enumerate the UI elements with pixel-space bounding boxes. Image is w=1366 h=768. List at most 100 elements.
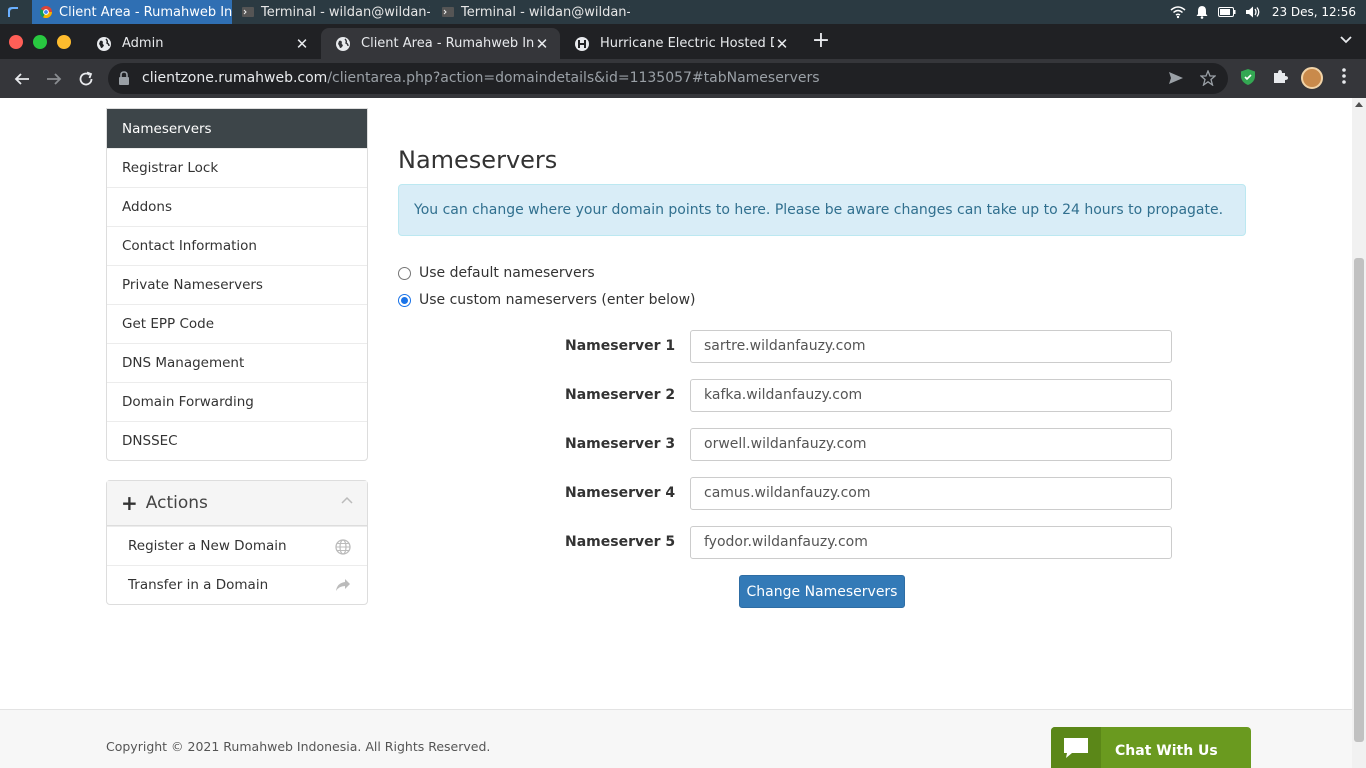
sidebar-item-private-nameservers[interactable]: Private Nameservers	[107, 265, 367, 304]
globe-icon	[97, 36, 111, 51]
nameserver-1-input[interactable]: sartre.wildanfauzy.com	[690, 330, 1172, 363]
reload-icon	[79, 71, 93, 86]
info-alert-text: You can change where your domain points …	[414, 202, 1224, 218]
close-window-button[interactable]	[9, 35, 23, 49]
sidebar-item-label: Contact Information	[122, 238, 257, 254]
forward-button[interactable]	[42, 67, 66, 91]
shield-extension-icon[interactable]	[1240, 68, 1256, 86]
profile-avatar[interactable]	[1301, 67, 1323, 89]
nameserver-row-5: Nameserver 5 fyodor.wildanfauzy.com	[565, 526, 1172, 560]
url-path: /clientarea.php?action=domaindetails&id=…	[327, 70, 820, 86]
tab-search-chevron-icon[interactable]	[1340, 36, 1352, 44]
sidebar-item-label: DNSSEC	[122, 433, 178, 449]
tab-title: Hurricane Electric Hosted DNS	[600, 36, 774, 51]
page-scrollbar[interactable]	[1352, 98, 1366, 768]
taskbar-task-chrome[interactable]: Client Area - Rumahweb Ind...	[32, 0, 232, 24]
volume-icon[interactable]	[1245, 6, 1262, 18]
tab-client-area[interactable]: Client Area - Rumahweb Indonesia ✕	[321, 28, 560, 59]
radio-custom-nameservers[interactable]: Use custom nameservers (enter below)	[398, 292, 696, 308]
back-button[interactable]	[10, 67, 34, 91]
sidebar-item-label: Registrar Lock	[122, 160, 219, 176]
tab-title: Client Area - Rumahweb Indonesia	[361, 36, 534, 51]
new-tab-button[interactable]: +	[810, 30, 832, 52]
action-label: Register a New Domain	[128, 538, 287, 554]
arrow-left-icon	[14, 73, 29, 85]
close-tab-icon[interactable]: ✕	[774, 35, 790, 53]
nameserver-2-input[interactable]: kafka.wildanfauzy.com	[690, 379, 1172, 412]
sidebar-item-get-epp-code[interactable]: Get EPP Code	[107, 304, 367, 343]
scrollbar-thumb[interactable]	[1354, 258, 1364, 742]
send-icon[interactable]	[1168, 70, 1184, 86]
battery-icon[interactable]	[1217, 6, 1236, 18]
radio-label: Use custom nameservers (enter below)	[419, 292, 696, 308]
plus-icon: +	[121, 491, 138, 515]
actions-panel-title: Actions	[145, 493, 208, 513]
puzzle-extensions-icon[interactable]	[1272, 68, 1288, 84]
os-taskbar: Client Area - Rumahweb Ind... Terminal -…	[0, 0, 1366, 24]
scroll-up-arrow-icon[interactable]	[1355, 102, 1363, 107]
chat-with-us-button[interactable]: Chat With Us	[1051, 727, 1251, 768]
kebab-menu-icon[interactable]	[1342, 68, 1346, 84]
nameserver-row-2: Nameserver 2 kafka.wildanfauzy.com	[565, 379, 1172, 413]
info-alert: You can change where your domain points …	[398, 184, 1246, 236]
tab-title: Admin	[122, 36, 164, 51]
chat-label: Chat With Us	[1115, 743, 1218, 759]
radio-button-unchecked[interactable]	[398, 266, 411, 280]
sidebar-item-registrar-lock[interactable]: Registrar Lock	[107, 148, 367, 187]
chevron-up-icon[interactable]	[341, 496, 353, 504]
sidebar-item-dns-management[interactable]: DNS Management	[107, 343, 367, 382]
terminal-icon	[442, 7, 454, 17]
minimize-window-button[interactable]	[57, 35, 71, 49]
close-tab-icon[interactable]: ✕	[294, 35, 310, 53]
sidebar-item-contact-information[interactable]: Contact Information	[107, 226, 367, 265]
browser-toolbar: clientzone.rumahweb.com/clientarea.php?a…	[0, 59, 1366, 98]
start-menu-icon[interactable]	[0, 0, 26, 24]
actions-panel-header[interactable]: + Actions	[107, 481, 367, 526]
nameserver-4-input[interactable]: camus.wildanfauzy.com	[690, 477, 1172, 510]
system-tray: 23 Des, 12:56	[1170, 0, 1356, 24]
tab-hurricane-electric[interactable]: Hurricane Electric Hosted DNS ✕	[560, 28, 800, 59]
maximize-window-button[interactable]	[33, 35, 47, 49]
sidebar-item-label: Domain Forwarding	[122, 394, 254, 410]
radio-button-checked[interactable]	[398, 293, 411, 307]
arrow-right-icon	[47, 73, 62, 85]
sidebar-item-addons[interactable]: Addons	[107, 187, 367, 226]
page-title: Nameservers	[398, 146, 558, 174]
window-controls	[9, 35, 71, 49]
address-bar[interactable]: clientzone.rumahweb.com/clientarea.php?a…	[108, 63, 1228, 94]
globe-icon	[335, 539, 351, 555]
tab-admin[interactable]: Admin ✕	[82, 28, 320, 59]
sidebar-item-label: Nameservers	[122, 120, 212, 137]
sidebar-item-dnssec[interactable]: DNSSEC	[107, 421, 367, 460]
bookmark-star-icon[interactable]	[1200, 70, 1216, 86]
change-nameservers-button[interactable]: Change Nameservers	[739, 575, 905, 608]
taskbar-task-terminal-2[interactable]: Terminal - wildan@wildan-T...	[434, 0, 630, 24]
nameserver-row-1: Nameserver 1 sartre.wildanfauzy.com	[565, 330, 1172, 364]
taskbar-task-label: Terminal - wildan@wildan-T...	[461, 4, 630, 20]
action-transfer-domain[interactable]: Transfer in a Domain	[107, 565, 367, 604]
nameserver-row-3: Nameserver 3 orwell.wildanfauzy.com	[565, 428, 1172, 462]
action-register-domain[interactable]: Register a New Domain	[107, 526, 367, 565]
close-tab-icon[interactable]: ✕	[534, 35, 550, 53]
sidebar-item-label: Private Nameservers	[122, 277, 263, 293]
nameserver-label: Nameserver 1	[565, 338, 676, 354]
radio-default-nameservers[interactable]: Use default nameservers	[398, 265, 595, 281]
taskbar-task-label: Client Area - Rumahweb Ind...	[59, 4, 232, 20]
sidebar-item-domain-forwarding[interactable]: Domain Forwarding	[107, 382, 367, 421]
sidebar-item-nameservers[interactable]: Nameservers	[107, 109, 367, 148]
bell-icon[interactable]	[1196, 5, 1208, 19]
copyright-text: Copyright © 2021 Rumahweb Indonesia. All…	[106, 739, 491, 754]
clock[interactable]: 23 Des, 12:56	[1272, 5, 1356, 19]
taskbar-task-terminal-1[interactable]: Terminal - wildan@wildan-T...	[234, 0, 430, 24]
reload-button[interactable]	[74, 67, 98, 91]
lock-icon[interactable]	[118, 71, 130, 85]
browser-tab-bar: Admin ✕ Client Area - Rumahweb Indonesia…	[0, 24, 1366, 59]
nameserver-5-input[interactable]: fyodor.wildanfauzy.com	[690, 526, 1172, 559]
nameserver-3-input[interactable]: orwell.wildanfauzy.com	[690, 428, 1172, 461]
domain-sidebar-menu: Nameservers Registrar Lock Addons Contac…	[106, 108, 368, 461]
globe-icon	[336, 36, 350, 51]
sidebar-item-label: DNS Management	[122, 355, 245, 371]
terminal-icon	[242, 7, 254, 17]
sidebar-item-label: Addons	[122, 199, 172, 215]
wifi-icon[interactable]	[1170, 5, 1186, 19]
